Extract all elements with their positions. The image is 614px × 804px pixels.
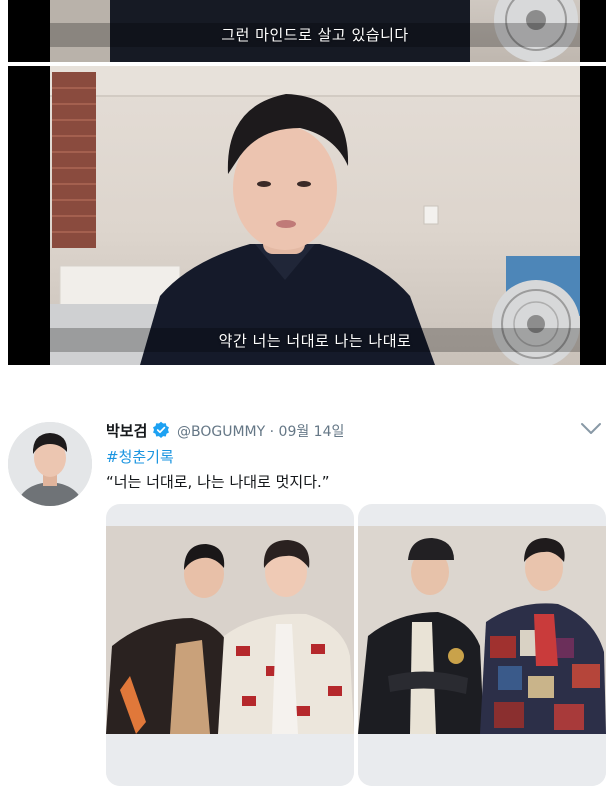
tweet-photo-left[interactable] xyxy=(106,504,354,786)
hashtag-link[interactable]: #청춘기록 xyxy=(106,446,174,467)
photo-bottom-strip xyxy=(358,734,606,786)
video-frame-main: 약간 너는 너대로 나는 나대로 xyxy=(8,66,606,365)
video-scene: 그런 마인드로 살고 있습니다 xyxy=(50,0,580,62)
chevron-down-icon[interactable] xyxy=(580,422,602,436)
tweet-card: 박보검 @BOGUMMY · 09월 14일 #청춘기록 “너는 너대로, 나는… xyxy=(0,400,614,804)
handle-and-date[interactable]: @BOGUMMY · 09월 14일 xyxy=(177,421,344,441)
photo-bottom-strip xyxy=(106,734,354,786)
verified-badge-icon xyxy=(153,421,169,438)
video-frame-top: 그런 마인드로 살고 있습니다 xyxy=(8,0,606,62)
tweet-photo-right[interactable] xyxy=(358,504,606,786)
photo-image xyxy=(106,526,354,734)
photo-image xyxy=(358,526,606,734)
video-subtitle: 그런 마인드로 살고 있습니다 xyxy=(221,26,409,44)
avatar[interactable] xyxy=(8,422,92,506)
video-scene: 약간 너는 너대로 나는 나대로 xyxy=(50,66,580,365)
video-subtitle: 약간 너는 너대로 나는 나대로 xyxy=(218,332,412,350)
author-name[interactable]: 박보검 xyxy=(106,420,147,441)
video-image xyxy=(50,66,580,365)
avatar-image xyxy=(8,422,92,506)
tweet-text: “너는 너대로, 나는 나대로 멋지다.” xyxy=(106,473,330,491)
